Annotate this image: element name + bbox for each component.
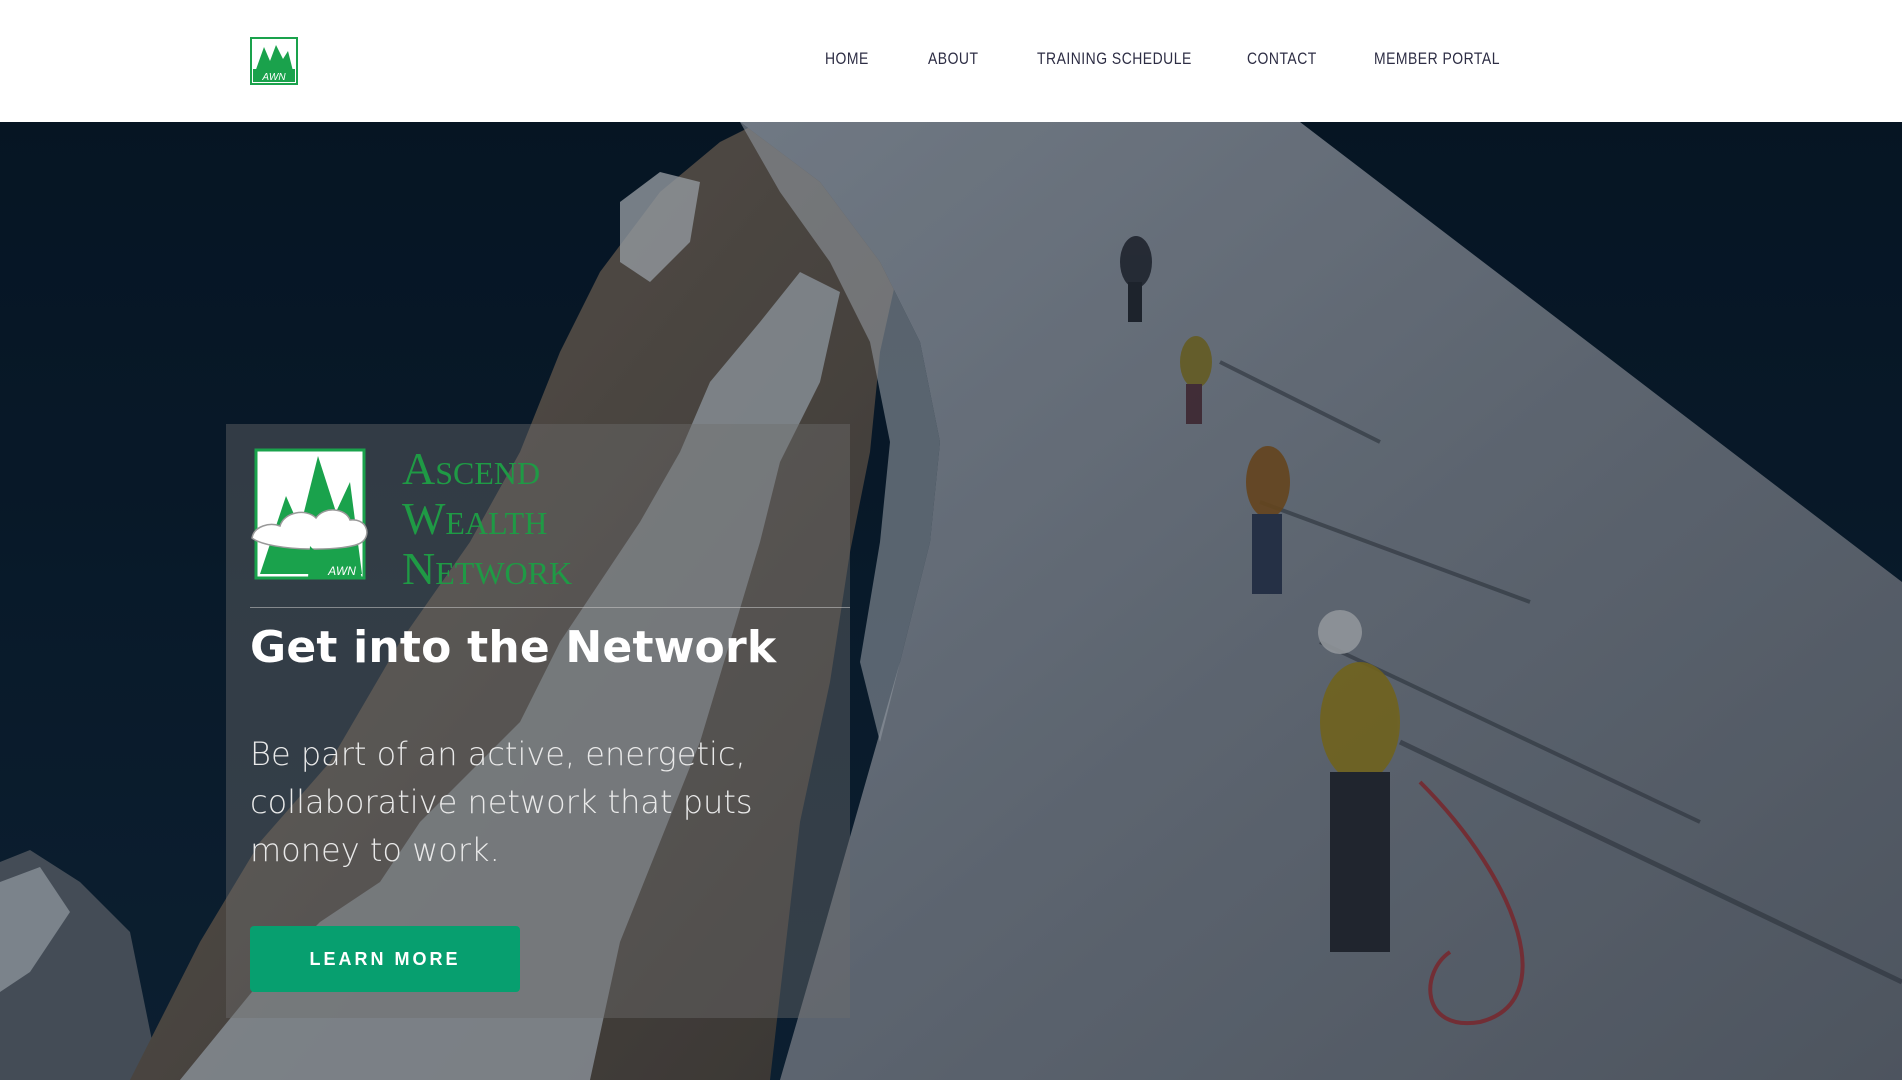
card-divider	[250, 607, 850, 608]
hero-description: Be part of an active, energetic, collabo…	[250, 735, 753, 869]
site-header: AWN HOME ABOUT TRAINING SCHEDULE CONTACT…	[0, 0, 1902, 122]
hero-card: AWN Ascend Wealth Network Get into the N…	[226, 424, 850, 1018]
hero-title: Get into the Network	[250, 622, 777, 673]
learn-more-button[interactable]: LEARN MORE	[250, 926, 520, 992]
nav-contact[interactable]: CONTACT	[1247, 49, 1317, 69]
hero-section: AWN Ascend Wealth Network Get into the N…	[0, 122, 1902, 1080]
main-nav: HOME ABOUT TRAINING SCHEDULE CONTACT MEM…	[0, 0, 1902, 122]
nav-about[interactable]: ABOUT	[928, 49, 978, 69]
nav-home[interactable]: HOME	[825, 49, 869, 69]
brand-line-2: Wealth	[402, 493, 548, 544]
svg-text:AWN: AWN	[327, 564, 356, 578]
mountain-cloud-logo-icon: AWN	[250, 442, 370, 584]
brand-line-1: Ascend	[402, 443, 541, 494]
nav-member-portal[interactable]: MEMBER PORTAL	[1374, 49, 1500, 69]
nav-training-schedule[interactable]: TRAINING SCHEDULE	[1037, 49, 1192, 69]
brand-name: Ascend Wealth Network	[402, 444, 572, 594]
brand-line-3: Network	[402, 543, 573, 594]
